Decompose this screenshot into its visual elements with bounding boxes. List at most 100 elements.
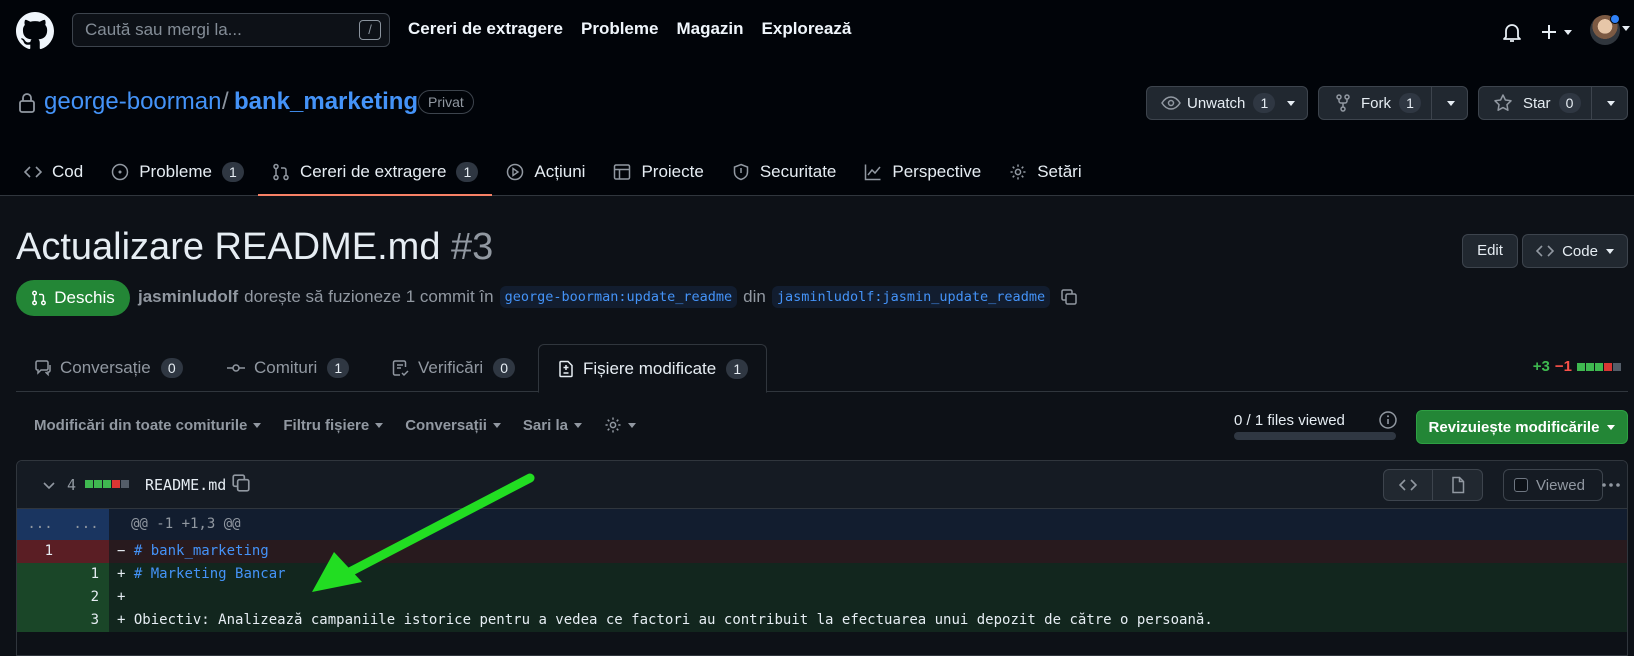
tab-checks[interactable]: Verificări 0 [374,344,533,392]
deletions-count: −1 [1554,358,1572,375]
tab-settings[interactable]: Setări [995,148,1095,196]
global-nav-explore[interactable]: Explorează [762,19,852,39]
base-branch[interactable]: george-boorman:update_readme [499,286,738,308]
code-button[interactable]: Code [1522,234,1628,268]
star-count: 0 [1558,93,1581,113]
chevron-down-icon [1607,424,1616,430]
tab-issues-label: Probleme [139,162,212,181]
star-dropdown-chevron-icon[interactable] [1606,100,1615,106]
repo-owner-link[interactable]: george-boorman [44,88,221,116]
fork-icon [1336,94,1350,112]
diff-line-added: 2 + [17,586,1627,609]
repository-header: george-boorman / bank_marketing Privat U… [0,66,1634,196]
repo-nav: Cod Probleme 1 Cereri de extragere 1 Acț… [24,148,1096,196]
commits-filter-label: Modificări din toate comiturile [34,416,248,434]
fork-label[interactable]: Fork [1361,95,1391,112]
conversations-dropdown[interactable]: Conversații [405,417,501,434]
diff-toolbar: Modificări din toate comiturile Filtru f… [34,416,636,434]
pr-author-link[interactable]: jasminludolf [138,287,238,307]
info-icon[interactable] [1378,410,1398,430]
tab-conversation[interactable]: Conversație 0 [16,344,201,392]
path-separator: / [222,88,229,115]
hunk-row: ... ... @@ -1 +1,3 @@ [17,509,1627,540]
tab-security[interactable]: Securitate [718,148,851,196]
tab-insights[interactable]: Perspective [850,148,995,196]
head-branch[interactable]: jasminludolf:jasmin_update_readme [771,286,1051,308]
file-name[interactable]: README.md [145,476,226,494]
global-nav-marketplace[interactable]: Magazin [676,19,743,39]
global-nav-issues[interactable]: Probleme [581,19,658,39]
tab-files-changed-count: 1 [726,358,749,379]
diff-settings-dropdown[interactable] [604,416,636,434]
repo-name-link[interactable]: bank_marketing [234,88,418,116]
github-logo-icon[interactable] [16,12,54,50]
tab-issues[interactable]: Probleme 1 [97,148,258,196]
hunk-header: @@ -1 +1,3 @@ [131,516,241,532]
file-changes-count: 4 [67,476,77,494]
files-viewed-progress [1234,432,1396,440]
tab-projects[interactable]: Proiecte [599,148,717,196]
search-input[interactable] [85,14,345,46]
star-label[interactable]: Star [1523,95,1551,112]
notification-dot [1610,14,1620,24]
commits-filter-dropdown[interactable]: Modificări din toate comiturile [34,416,262,434]
issue-opened-icon [111,163,129,181]
diff-marker: + [117,566,126,582]
tab-files-changed-label: Fișiere modificate [583,358,717,378]
view-source-button[interactable] [1383,469,1433,501]
edit-title-button[interactable]: Edit [1462,234,1518,268]
pr-tabs: Conversație 0 Comituri 1 Verificări 0 Fi… [16,344,1628,393]
file-icon [1451,476,1464,494]
pr-number: #3 [451,226,494,268]
chevron-down-icon [375,422,384,428]
old-line-number[interactable] [17,609,63,632]
old-line-number[interactable] [17,586,63,609]
star-icon [1494,94,1512,111]
create-new-menu[interactable] [1540,19,1574,45]
expand-up-button[interactable]: ... [17,509,63,540]
search-shortcut-key: / [359,20,381,40]
tab-pull-requests-count: 1 [456,162,479,182]
lock-icon [19,93,35,113]
old-line-number[interactable]: 1 [17,540,63,563]
old-line-number[interactable] [17,563,63,586]
new-line-number[interactable] [63,540,109,563]
files-viewed-count: 0 / 1 files viewed [1234,412,1345,429]
new-line-number[interactable]: 3 [63,609,109,632]
global-nav: Cereri de extragere Probleme Magazin Exp… [408,19,851,39]
chevron-down-icon[interactable] [41,477,57,493]
expand-down-button[interactable]: ... [63,509,109,540]
tab-code[interactable]: Cod [24,148,97,196]
search-box[interactable]: / [72,13,390,47]
kebab-horizontal-icon[interactable] [1599,473,1623,497]
tab-commits[interactable]: Comituri 1 [208,344,367,392]
fork-dropdown-chevron-icon[interactable] [1447,100,1455,106]
pr-merge-text: dorește să fuzioneze 1 commit în [244,287,494,306]
tab-settings-label: Setări [1037,162,1082,181]
tab-actions[interactable]: Acțiuni [492,148,599,196]
view-file-button[interactable] [1433,469,1483,501]
line-text: # bank_marketing [133,543,269,559]
diff-line-added: 1 + # Marketing Bancar [17,563,1627,586]
global-header: / Cereri de extragere Probleme Magazin E… [0,0,1634,66]
checkbox-box[interactable] [1514,478,1528,492]
viewed-checkbox[interactable]: Viewed [1503,469,1603,501]
tab-files-changed[interactable]: Fișiere modificate 1 [538,344,768,393]
conversations-label: Conversații [405,416,487,434]
unwatch-button[interactable]: Unwatch 1 [1146,86,1308,120]
diff-file: 4 README.md Viewed ... ... @@ -1 +1,3 @@… [16,460,1628,656]
review-changes-button[interactable]: Revizuiește modificările [1416,410,1628,444]
copy-icon[interactable] [1060,288,1078,306]
tab-conversation-label: Conversație [60,358,151,377]
unwatch-label: Unwatch [1187,94,1246,112]
global-nav-pull-requests[interactable]: Cereri de extragere [408,19,563,39]
tab-pull-requests[interactable]: Cereri de extragere 1 [257,148,493,196]
copy-icon[interactable] [231,473,251,493]
new-line-number[interactable]: 1 [63,563,109,586]
bell-icon[interactable] [1500,19,1524,45]
jump-to-dropdown[interactable]: Sari la [523,417,582,434]
file-filter-dropdown[interactable]: Filtru fișiere [283,417,384,434]
tab-code-label: Cod [52,162,84,181]
pr-from-text: din [743,287,766,306]
new-line-number[interactable]: 2 [63,586,109,609]
